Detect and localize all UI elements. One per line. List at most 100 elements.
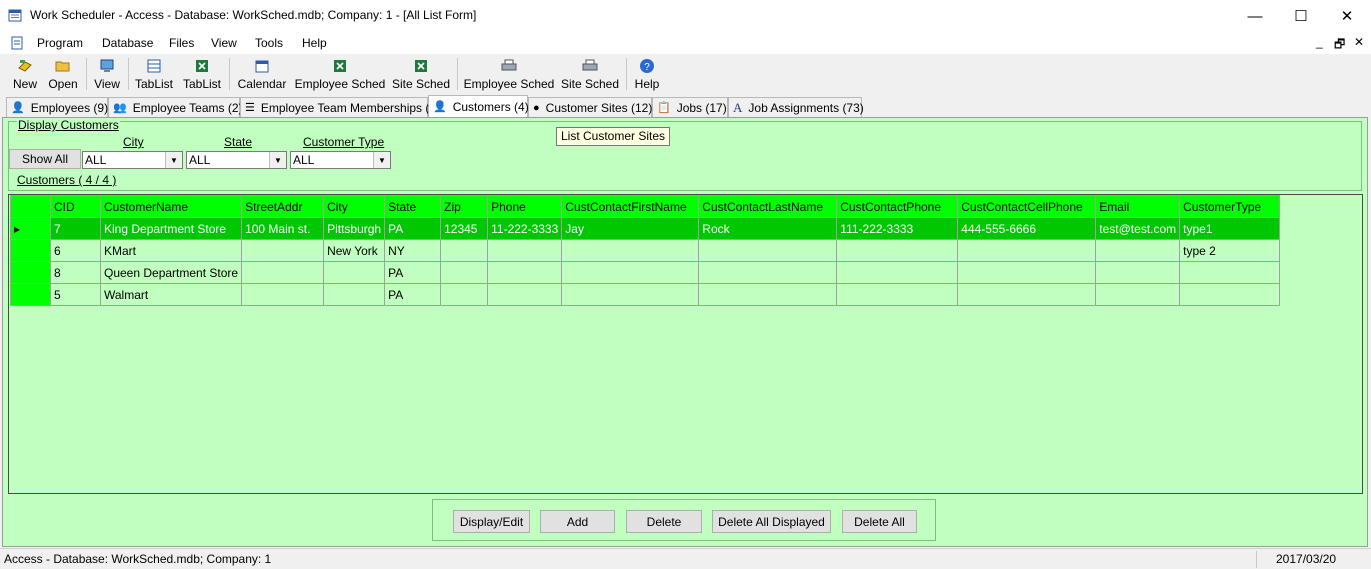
cell[interactable]: test@test.com	[1095, 217, 1181, 240]
cell[interactable]: PA	[384, 283, 442, 306]
cell[interactable]: 444-555-6666	[957, 217, 1097, 240]
cell[interactable]: 7	[50, 217, 101, 240]
view-button[interactable]: View	[92, 56, 122, 92]
delete-all-displayed-button[interactable]: Delete All Displayed	[712, 510, 831, 533]
chevron-down-icon[interactable]: ▼	[165, 152, 182, 168]
employee-sched-print-button[interactable]: Employee Sched	[463, 56, 555, 92]
cell[interactable]: King Department Store	[99, 217, 243, 240]
delete-all-button[interactable]: Delete All	[842, 510, 917, 533]
cell[interactable]	[440, 261, 489, 284]
cell[interactable]	[957, 261, 1097, 284]
column-header[interactable]: Email	[1095, 195, 1181, 218]
tab-employee-team-memberships[interactable]: ☰ Employee Team Memberships (9)	[240, 97, 440, 117]
cell[interactable]	[836, 283, 959, 306]
column-header[interactable]: CustContactPhone	[836, 195, 959, 218]
cell[interactable]: PA	[384, 217, 442, 240]
cell[interactable]	[487, 283, 563, 306]
minimize-button[interactable]: —	[1232, 0, 1278, 32]
column-header[interactable]: CID	[50, 195, 101, 218]
menu-database[interactable]: Database	[102, 36, 153, 50]
cell[interactable]	[836, 261, 959, 284]
table-row[interactable]: 8 Queen Department Store PA	[10, 261, 1281, 284]
cell[interactable]: 111-222-3333	[836, 217, 959, 240]
cell[interactable]	[1095, 261, 1181, 284]
cell[interactable]	[487, 261, 563, 284]
cell[interactable]: Walmart	[99, 283, 243, 306]
chevron-down-icon[interactable]: ▼	[373, 152, 390, 168]
site-sched-print-button[interactable]: Site Sched	[561, 56, 619, 92]
cell[interactable]	[323, 261, 386, 284]
mdi-document-icon[interactable]	[10, 36, 24, 50]
column-header[interactable]: State	[384, 195, 442, 218]
cell[interactable]	[241, 283, 325, 306]
cell[interactable]	[440, 283, 489, 306]
column-header[interactable]: CustContactFirstName	[561, 195, 700, 218]
cell[interactable]: 6	[50, 239, 101, 262]
menu-view[interactable]: View	[211, 36, 237, 50]
customer-type-dropdown[interactable]: ALL ▼	[290, 151, 391, 169]
tab-job-assignments[interactable]: A Job Assignments (73)	[728, 97, 864, 117]
site-sched-excel-button[interactable]: Site Sched	[392, 56, 450, 92]
column-header[interactable]: Phone	[487, 195, 563, 218]
menu-help[interactable]: Help	[302, 36, 327, 50]
cell[interactable]	[698, 239, 838, 262]
open-button[interactable]: Open	[46, 56, 80, 92]
cell[interactable]	[836, 239, 959, 262]
customers-grid[interactable]: CID CustomerName StreetAddr City State Z…	[8, 194, 1363, 494]
cell[interactable]	[1095, 239, 1181, 262]
column-header[interactable]: Zip	[440, 195, 489, 218]
tab-customer-sites[interactable]: ● Customer Sites (12)	[528, 97, 652, 117]
tab-employee-teams[interactable]: 👥 Employee Teams (2)	[108, 97, 243, 117]
table-row[interactable]: 6 KMart New York NY type 2	[10, 239, 1281, 262]
add-button[interactable]: Add	[540, 510, 615, 533]
cell[interactable]	[1179, 261, 1281, 284]
tab-employees[interactable]: 👤 Employees (9)	[6, 97, 108, 117]
chevron-down-icon[interactable]: ▼	[269, 152, 286, 168]
cell[interactable]: 12345	[440, 217, 489, 240]
current-row-marker[interactable]: ▸	[10, 217, 51, 240]
help-button[interactable]: ? Help	[632, 56, 662, 92]
row-header[interactable]	[10, 261, 51, 284]
cell[interactable]: 100 Main st.	[241, 217, 325, 240]
column-header[interactable]: CustomerName	[99, 195, 243, 218]
cell[interactable]	[698, 283, 838, 306]
menu-tools[interactable]: Tools	[255, 36, 283, 50]
column-header[interactable]: CustomerType	[1179, 195, 1281, 218]
cell[interactable]: KMart	[99, 239, 243, 262]
cell[interactable]: type1	[1179, 217, 1281, 240]
cell[interactable]: Pittsburgh	[323, 217, 386, 240]
display-edit-button[interactable]: Display/Edit	[453, 510, 530, 533]
mdi-close-button[interactable]: ✕	[1354, 35, 1364, 49]
cell[interactable]	[1095, 283, 1181, 306]
cell[interactable]: PA	[384, 261, 442, 284]
menu-files[interactable]: Files	[169, 36, 194, 50]
cell[interactable]	[957, 283, 1097, 306]
mdi-minimize-button[interactable]: _	[1316, 35, 1323, 49]
calendar-button[interactable]: Calendar	[236, 56, 288, 92]
tablist-button[interactable]: TabList	[134, 56, 174, 92]
cell[interactable]	[957, 239, 1097, 262]
city-dropdown[interactable]: ALL ▼	[82, 151, 183, 169]
column-header[interactable]: StreetAddr	[241, 195, 325, 218]
cell[interactable]	[323, 283, 386, 306]
cell[interactable]	[698, 261, 838, 284]
tablist-excel-button[interactable]: TabList	[182, 56, 222, 92]
delete-button[interactable]: Delete	[626, 510, 702, 533]
cell[interactable]	[241, 239, 325, 262]
cell[interactable]: 11-222-3333	[487, 217, 563, 240]
cell[interactable]: NY	[384, 239, 442, 262]
cell[interactable]: Queen Department Store	[99, 261, 243, 284]
cell[interactable]	[1179, 283, 1281, 306]
cell[interactable]: Jay	[561, 217, 700, 240]
tab-jobs[interactable]: 📋 Jobs (17)	[652, 97, 728, 117]
maximize-button[interactable]: ☐	[1278, 0, 1324, 32]
state-dropdown[interactable]: ALL ▼	[186, 151, 287, 169]
cell[interactable]	[561, 283, 700, 306]
cell[interactable]	[561, 261, 700, 284]
column-header[interactable]: CustContactCellPhone	[957, 195, 1097, 218]
close-button[interactable]: ✕	[1324, 0, 1370, 32]
cell[interactable]: 8	[50, 261, 101, 284]
cell[interactable]: Rock	[698, 217, 838, 240]
column-header[interactable]: City	[323, 195, 386, 218]
cell[interactable]	[561, 239, 700, 262]
